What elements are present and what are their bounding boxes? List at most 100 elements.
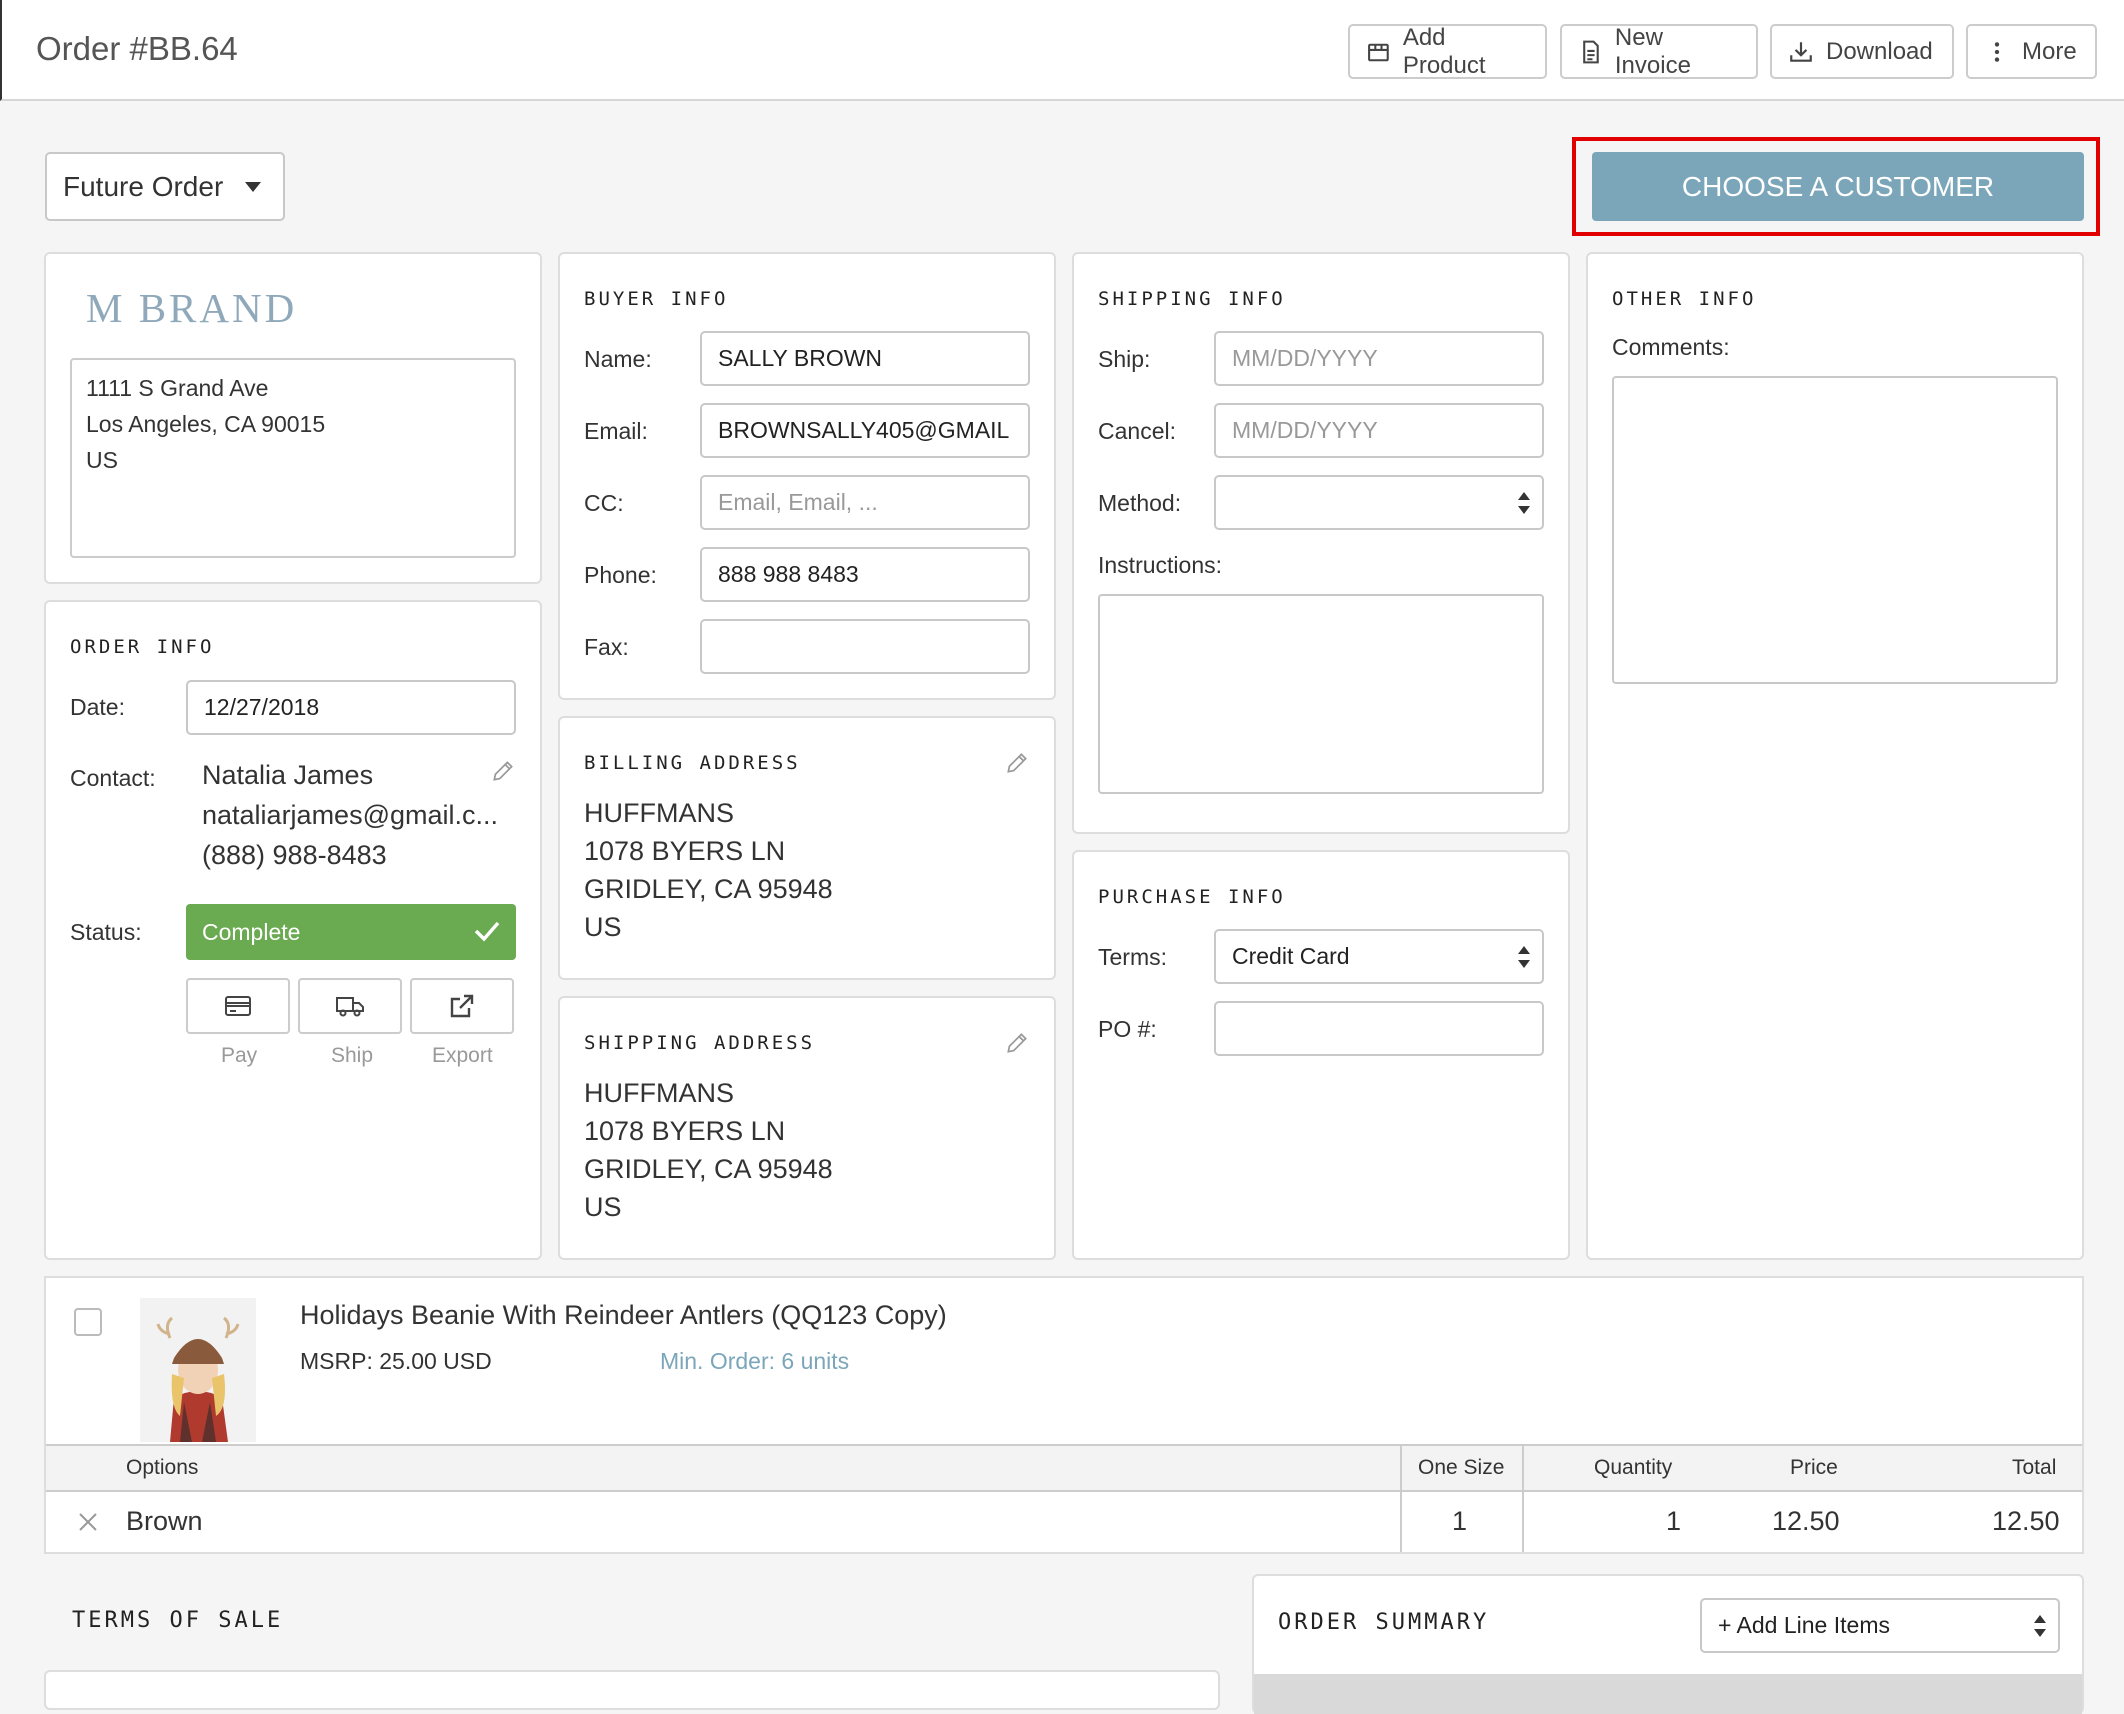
instructions-textarea[interactable] (1098, 594, 1544, 794)
variant-table-row: Brown 1 1 12.50 12.50 (46, 1492, 2082, 1552)
top-bar: Order #BB.64 Add Product New Invoice Dow… (0, 0, 2124, 101)
name-label: Name: (584, 346, 652, 372)
box-icon (1368, 43, 1389, 61)
po-label: PO #: (1098, 1016, 1157, 1042)
terms-of-sale-editor[interactable] (44, 1670, 1220, 1710)
shipping-method-select[interactable] (1214, 475, 1544, 530)
shipping-address-line: 1078 BYERS LN (584, 1116, 786, 1146)
po-input[interactable] (1214, 1001, 1544, 1056)
order-summary-band (1254, 1674, 2082, 1714)
buyer-name-input[interactable]: SALLY BROWN (700, 331, 1030, 386)
credit-card-icon (225, 996, 251, 1016)
brand-address-line: Los Angeles, CA 90015 (86, 411, 326, 437)
row-quantity: 1 (1666, 1506, 1682, 1536)
edit-contact-pencil-icon[interactable] (490, 758, 516, 784)
export-label: Export (432, 1044, 493, 1067)
billing-address-line: GRIDLEY, CA 95948 (584, 874, 833, 904)
new-invoice-button[interactable]: New Invoice (1560, 24, 1758, 79)
brand-card: M BRAND 1111 S Grand Ave Los Angeles, CA… (44, 252, 542, 584)
add-product-button[interactable]: Add Product (1348, 24, 1547, 79)
ship-date-label: Ship: (1098, 346, 1151, 372)
buyer-email-input[interactable]: BROWNSALLY405@GMAIL (700, 403, 1030, 458)
product-image[interactable] (140, 1298, 256, 1442)
edit-billing-pencil-icon[interactable] (1004, 750, 1030, 776)
shipping-info-title: SHIPPING INFO (1098, 288, 1286, 310)
terms-of-sale-title: TERMS OF SALE (72, 1608, 284, 1633)
billing-address-title: BILLING ADDRESS (584, 752, 801, 774)
ship-button[interactable] (298, 978, 402, 1034)
column-divider (1400, 1492, 1402, 1552)
edit-shipping-pencil-icon[interactable] (1004, 1030, 1030, 1056)
contact-label: Contact: (70, 765, 156, 791)
status-label: Status: (70, 919, 142, 945)
price-header: Price (1790, 1456, 1838, 1479)
download-label: Download (1826, 37, 1933, 65)
shipping-address-line: GRIDLEY, CA 95948 (584, 1154, 833, 1184)
other-info-card: OTHER INFO Comments: (1586, 252, 2084, 1260)
pay-label: Pay (221, 1044, 258, 1067)
contact-phone: (888) 988-8483 (202, 840, 387, 870)
one-size-header: One Size (1418, 1456, 1505, 1479)
fax-label: Fax: (584, 634, 629, 660)
purchase-info-title: PURCHASE INFO (1098, 886, 1286, 908)
buyer-info-card: BUYER INFO Name: SALLY BROWN Email: BROW… (558, 252, 1056, 700)
order-info-card: ORDER INFO Date: 12/27/2018 Contact: Nat… (44, 600, 542, 1260)
choose-customer-button[interactable]: CHOOSE A CUSTOMER (1592, 152, 2084, 221)
column-divider (1400, 1446, 1402, 1492)
download-button[interactable]: Download (1770, 24, 1954, 79)
remove-x-icon[interactable] (78, 1512, 98, 1532)
shipping-address-line: US (584, 1192, 622, 1222)
product-line-card: Holidays Beanie With Reindeer Antlers (Q… (44, 1276, 2084, 1554)
terms-select[interactable]: Credit Card (1214, 929, 1544, 984)
product-name[interactable]: Holidays Beanie With Reindeer Antlers (Q… (300, 1300, 947, 1331)
order-summary-title: ORDER SUMMARY (1278, 1610, 1490, 1635)
add-line-items-select[interactable]: + Add Line Items (1700, 1598, 2060, 1653)
document-icon (1583, 40, 1599, 63)
page-title: Order #BB.64 (36, 30, 238, 67)
product-checkbox[interactable] (74, 1308, 102, 1336)
pay-button[interactable] (186, 978, 290, 1034)
billing-address-line: US (584, 912, 622, 942)
contact-email: nataliarjames@gmail.c... (202, 800, 499, 830)
column-divider (1522, 1446, 1524, 1492)
cancel-date-label: Cancel: (1098, 418, 1176, 444)
add-product-label: Add Product (1402, 23, 1486, 79)
more-label: More (2022, 37, 2077, 65)
brand-address-box[interactable]: 1111 S Grand Ave Los Angeles, CA 90015 U… (70, 358, 516, 558)
shipping-address-title: SHIPPING ADDRESS (584, 1032, 816, 1054)
cancel-date-input[interactable]: MM/DD/YYYY (1214, 403, 1544, 458)
select-arrows-icon (1518, 945, 1530, 968)
product-msrp: MSRP: 25.00 USD (300, 1348, 492, 1374)
one-size-qty-input[interactable]: 1 (1452, 1506, 1467, 1537)
select-arrows-icon (2034, 1614, 2046, 1637)
other-info-title: OTHER INFO (1612, 288, 1757, 310)
buyer-fax-input[interactable] (700, 619, 1030, 674)
buyer-phone-input[interactable]: 888 988 8483 (700, 547, 1030, 602)
order-date-input[interactable]: 12/27/2018 (186, 680, 516, 735)
caret-down-icon (245, 182, 261, 192)
cc-input[interactable]: Email, Email, ... (700, 475, 1030, 530)
download-icon (1790, 41, 1812, 62)
external-link-icon (450, 994, 474, 1018)
date-label: Date: (70, 694, 125, 720)
order-summary-card: ORDER SUMMARY + Add Line Items (1252, 1574, 2084, 1714)
export-button[interactable] (410, 978, 514, 1034)
order-type-dropdown[interactable]: Future Order (45, 152, 285, 221)
new-invoice-label: New Invoice (1614, 23, 1691, 79)
more-vertical-icon (1994, 41, 2000, 62)
terms-value: Credit Card (1232, 943, 1350, 969)
terms-label: Terms: (1098, 944, 1167, 970)
method-label: Method: (1098, 490, 1182, 516)
shipping-info-card: SHIPPING INFO Ship: MM/DD/YYYY Cancel: M… (1072, 252, 1570, 834)
select-arrows-icon (1518, 491, 1530, 514)
status-value: Complete (202, 918, 301, 945)
more-button[interactable]: More (1966, 24, 2097, 79)
status-select[interactable]: Complete (186, 904, 516, 960)
brand-address-line: US (86, 447, 118, 473)
ship-date-input[interactable]: MM/DD/YYYY (1214, 331, 1544, 386)
variant-option: Brown (126, 1506, 203, 1536)
contact-name: Natalia James (202, 760, 374, 790)
comments-textarea[interactable] (1612, 376, 2058, 684)
shipping-address-line: HUFFMANS (584, 1078, 734, 1108)
order-type-value: Future Order (63, 170, 224, 202)
